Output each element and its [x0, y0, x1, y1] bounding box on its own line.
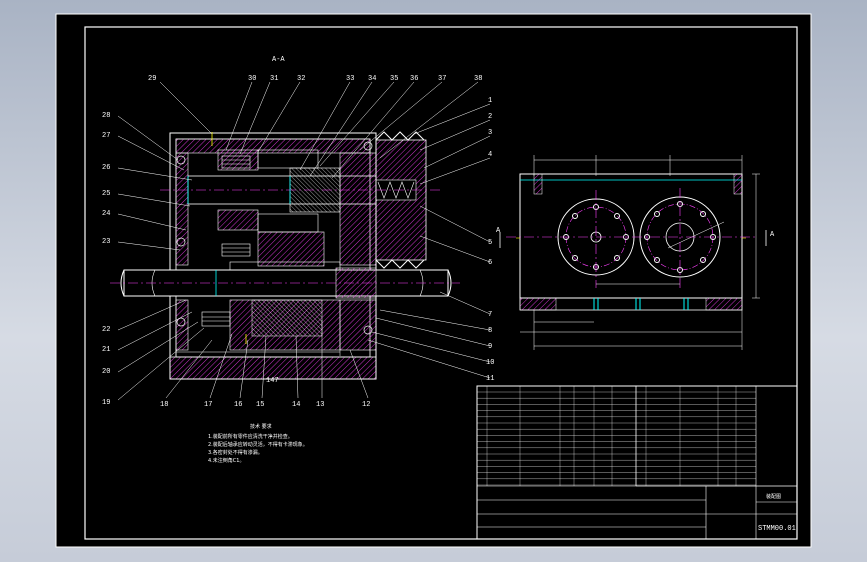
- callout-10: 10: [486, 359, 494, 367]
- callout-27: 27: [102, 132, 110, 140]
- callout-11: 11: [486, 375, 494, 383]
- notes-line-4: 4.未注倒角C1。: [208, 457, 244, 464]
- callout-21: 21: [102, 346, 110, 354]
- callout-6: 6: [488, 259, 492, 267]
- callout-2: 2: [488, 113, 492, 121]
- notes-line-2: 2.装配后轴承应转动灵活，不得有卡滞现象。: [208, 441, 308, 448]
- callout-38: 38: [474, 75, 482, 83]
- drawing-sheet: A-A 29 30 31 32 33 34 35 36 37 38 28 27 …: [55, 13, 812, 548]
- section-title: A-A: [272, 56, 285, 64]
- drawing-number: STMM00.01: [758, 525, 796, 533]
- callout-30: 30: [248, 75, 256, 83]
- dim-bottom: 147: [266, 377, 279, 385]
- callout-32: 32: [297, 75, 305, 83]
- callout-34: 34: [368, 75, 376, 83]
- callout-29: 29: [148, 75, 156, 83]
- callout-24: 24: [102, 210, 110, 218]
- notes-heading: 技术 要求: [250, 423, 272, 430]
- notes-line-1: 1.装配前所有零件应清洗干净并检查。: [208, 433, 293, 440]
- callout-9: 9: [488, 343, 492, 351]
- callout-14: 14: [292, 401, 300, 409]
- callout-28: 28: [102, 112, 110, 120]
- callout-15: 15: [256, 401, 264, 409]
- notes-line-3: 3.各密封处不得有渗漏。: [208, 449, 263, 456]
- callout-31: 31: [270, 75, 278, 83]
- callout-37: 37: [438, 75, 446, 83]
- cad-viewport[interactable]: A-A 29 30 31 32 33 34 35 36 37 38 28 27 …: [0, 0, 867, 562]
- callout-13: 13: [316, 401, 324, 409]
- callout-5: 5: [488, 239, 492, 247]
- callout-20: 20: [102, 368, 110, 376]
- callout-16: 16: [234, 401, 242, 409]
- callout-26: 26: [102, 164, 110, 172]
- callout-36: 36: [410, 75, 418, 83]
- callout-23: 23: [102, 238, 110, 246]
- callout-3: 3: [488, 129, 492, 137]
- drawing-name: 装配图: [766, 493, 781, 500]
- callout-7: 7: [488, 311, 492, 319]
- callout-33: 33: [346, 75, 354, 83]
- callout-8: 8: [488, 327, 492, 335]
- callout-19: 19: [102, 399, 110, 407]
- pulley: [375, 131, 427, 269]
- callout-4: 4: [488, 151, 492, 159]
- callout-12: 12: [362, 401, 370, 409]
- callout-35: 35: [390, 75, 398, 83]
- callout-25: 25: [102, 190, 110, 198]
- callout-18: 18: [160, 401, 168, 409]
- callout-17: 17: [204, 401, 212, 409]
- callout-22: 22: [102, 326, 110, 334]
- callout-1: 1: [488, 97, 492, 105]
